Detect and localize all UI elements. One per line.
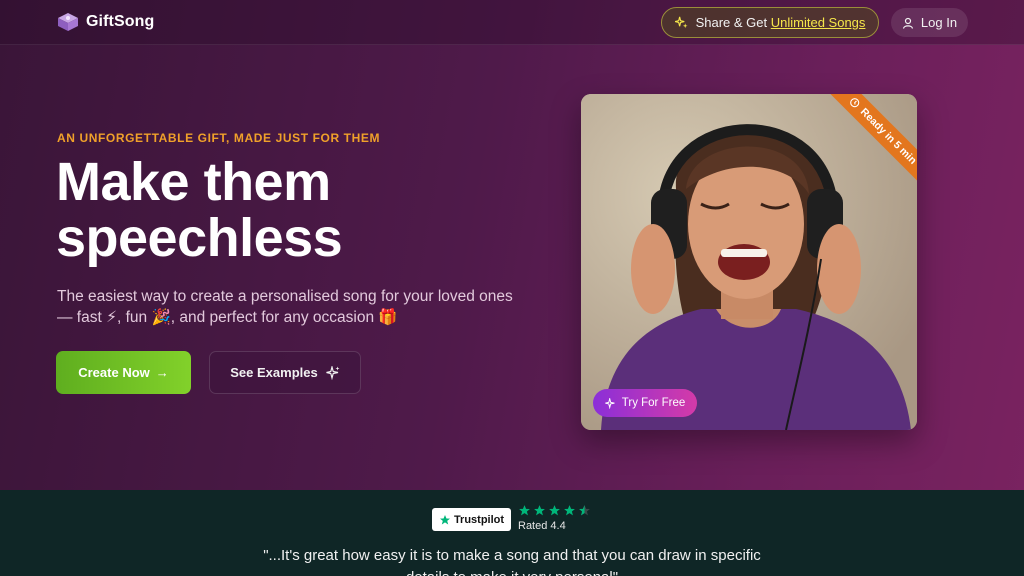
rating-stars bbox=[518, 504, 591, 517]
rating-label: Rated 4.4 bbox=[518, 520, 566, 532]
see-examples-button[interactable]: See Examples bbox=[209, 351, 361, 394]
hero-headline: Make them speechless bbox=[56, 154, 536, 266]
headline-line-2: speechless bbox=[56, 208, 343, 268]
half-star-icon bbox=[579, 505, 590, 516]
brand-logo[interactable]: GiftSong bbox=[57, 12, 154, 32]
brand-name: GiftSong bbox=[86, 13, 155, 30]
try-label: Try For Free bbox=[621, 397, 686, 409]
user-icon bbox=[902, 17, 914, 29]
examples-label: See Examples bbox=[230, 365, 318, 380]
top-navbar: GiftSong Share & Get Unlimited Songs Log… bbox=[0, 0, 1024, 45]
sparkles-icon bbox=[674, 16, 688, 29]
login-label: Log In bbox=[920, 15, 958, 30]
trustpilot-badge[interactable]: Trustpilot bbox=[432, 508, 511, 531]
trustpilot-label: Trustpilot bbox=[453, 513, 505, 526]
arrow-right-icon: → bbox=[155, 365, 169, 380]
create-label: Create Now bbox=[78, 365, 150, 380]
sparkles-icon bbox=[605, 397, 615, 409]
trustpilot-star-icon bbox=[439, 514, 450, 524]
hero-subtitle: The easiest way to create a personalised… bbox=[57, 288, 513, 326]
woman-with-headphones-photo bbox=[581, 94, 917, 430]
sparkles-icon bbox=[326, 365, 340, 380]
headline-line-1: Make them bbox=[56, 152, 331, 212]
star-icon bbox=[534, 505, 545, 516]
share-label: Share & Get Unlimited Songs bbox=[695, 15, 866, 30]
star-icon bbox=[519, 505, 530, 516]
share-get-unlimited-button[interactable]: Share & Get Unlimited Songs bbox=[661, 7, 879, 38]
create-now-button[interactable]: Create Now → bbox=[56, 351, 191, 394]
star-icon bbox=[564, 505, 575, 516]
try-for-free-button[interactable]: Try For Free bbox=[593, 389, 697, 417]
hero-photo-card bbox=[581, 94, 917, 430]
testimonial-quote: "...It's great how easy it is to make a … bbox=[263, 547, 761, 576]
login-button[interactable]: Log In bbox=[891, 8, 968, 37]
hero-eyebrow: AN UNFORGETTABLE GIFT, MADE JUST FOR THE… bbox=[57, 131, 381, 145]
gift-box-icon bbox=[58, 13, 78, 31]
star-icon bbox=[549, 505, 560, 516]
unlimited-songs-link[interactable]: Unlimited Songs bbox=[771, 15, 866, 30]
